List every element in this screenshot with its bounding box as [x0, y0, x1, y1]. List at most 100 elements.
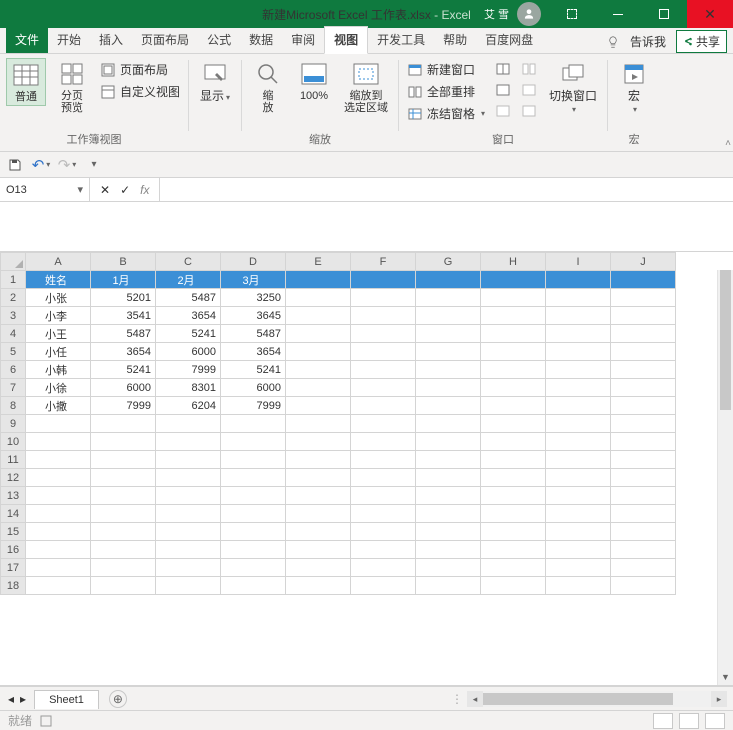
- cell[interactable]: [481, 307, 546, 325]
- pagebreak-view-button[interactable]: 分页 预览: [52, 58, 92, 116]
- cell[interactable]: [156, 487, 221, 505]
- cell[interactable]: [26, 523, 91, 541]
- cell[interactable]: [546, 361, 611, 379]
- scroll-right-arrow[interactable]: ▸: [711, 691, 727, 707]
- cell[interactable]: [221, 523, 286, 541]
- cell[interactable]: [156, 577, 221, 595]
- row-header[interactable]: 12: [1, 469, 26, 487]
- tab-insert[interactable]: 插入: [90, 27, 132, 53]
- macro-rec-icon[interactable]: [40, 715, 52, 727]
- cell[interactable]: [221, 577, 286, 595]
- split-button[interactable]: [493, 60, 513, 78]
- cell[interactable]: 5487: [156, 289, 221, 307]
- cell[interactable]: 5487: [221, 325, 286, 343]
- row-header[interactable]: 13: [1, 487, 26, 505]
- cell[interactable]: [611, 433, 676, 451]
- cell[interactable]: [611, 559, 676, 577]
- new-window-button[interactable]: 新建窗口: [405, 60, 487, 79]
- column-header[interactable]: F: [351, 253, 416, 271]
- cell[interactable]: [416, 361, 481, 379]
- cell[interactable]: [286, 361, 351, 379]
- cell[interactable]: 小王: [26, 325, 91, 343]
- tab-help[interactable]: 帮助: [434, 27, 476, 53]
- cell[interactable]: [481, 541, 546, 559]
- scroll-thumb[interactable]: [720, 270, 731, 410]
- cell[interactable]: 5241: [91, 361, 156, 379]
- cell[interactable]: [221, 415, 286, 433]
- qat-customize[interactable]: ▾: [84, 156, 102, 174]
- cell[interactable]: [611, 271, 676, 289]
- tab-formulas[interactable]: 公式: [198, 27, 240, 53]
- cell[interactable]: [156, 451, 221, 469]
- cell[interactable]: 6000: [221, 379, 286, 397]
- cell[interactable]: [481, 559, 546, 577]
- fx-icon[interactable]: fx: [140, 183, 149, 197]
- tab-view[interactable]: 视图: [324, 26, 368, 54]
- column-header[interactable]: J: [611, 253, 676, 271]
- cell[interactable]: [611, 469, 676, 487]
- cell[interactable]: [416, 433, 481, 451]
- cell[interactable]: [351, 505, 416, 523]
- cell[interactable]: [351, 433, 416, 451]
- cell[interactable]: [416, 451, 481, 469]
- cell[interactable]: [481, 469, 546, 487]
- cell[interactable]: 3654: [91, 343, 156, 361]
- cell[interactable]: [481, 415, 546, 433]
- column-header[interactable]: E: [286, 253, 351, 271]
- column-header[interactable]: H: [481, 253, 546, 271]
- cell[interactable]: [416, 271, 481, 289]
- row-header[interactable]: 14: [1, 505, 26, 523]
- cell[interactable]: [546, 541, 611, 559]
- row-header[interactable]: 16: [1, 541, 26, 559]
- cell[interactable]: [91, 433, 156, 451]
- cell[interactable]: 小韩: [26, 361, 91, 379]
- cell[interactable]: [26, 541, 91, 559]
- cell[interactable]: [286, 325, 351, 343]
- cell[interactable]: [286, 433, 351, 451]
- cell[interactable]: [416, 307, 481, 325]
- tab-home[interactable]: 开始: [48, 27, 90, 53]
- cell[interactable]: [91, 505, 156, 523]
- cell[interactable]: [91, 541, 156, 559]
- column-header[interactable]: B: [91, 253, 156, 271]
- cell[interactable]: 小撒: [26, 397, 91, 415]
- cell[interactable]: [416, 469, 481, 487]
- custom-view-button[interactable]: 自定义视图: [98, 82, 182, 101]
- cell[interactable]: [351, 379, 416, 397]
- cell[interactable]: [546, 451, 611, 469]
- cell[interactable]: 3月: [221, 271, 286, 289]
- sheet-tab[interactable]: Sheet1: [34, 690, 99, 709]
- zoom-100-button[interactable]: 100%: [294, 58, 334, 104]
- row-header[interactable]: 5: [1, 343, 26, 361]
- undo-button[interactable]: ↶▾: [32, 156, 50, 174]
- cell[interactable]: [611, 289, 676, 307]
- cell[interactable]: [351, 451, 416, 469]
- cell[interactable]: [286, 397, 351, 415]
- normal-view-icon[interactable]: [653, 713, 673, 729]
- save-button[interactable]: [6, 156, 24, 174]
- cell[interactable]: [416, 487, 481, 505]
- cell[interactable]: [416, 559, 481, 577]
- cell[interactable]: [351, 325, 416, 343]
- cell[interactable]: 小徐: [26, 379, 91, 397]
- cell[interactable]: [416, 379, 481, 397]
- cell[interactable]: [286, 451, 351, 469]
- cell[interactable]: [611, 343, 676, 361]
- cell[interactable]: [546, 415, 611, 433]
- cell[interactable]: [416, 577, 481, 595]
- show-button[interactable]: 显示▾: [195, 58, 235, 106]
- cell[interactable]: [286, 541, 351, 559]
- cell[interactable]: [611, 361, 676, 379]
- row-header[interactable]: 4: [1, 325, 26, 343]
- cell[interactable]: [351, 271, 416, 289]
- cell[interactable]: 小任: [26, 343, 91, 361]
- row-header[interactable]: 6: [1, 361, 26, 379]
- cell[interactable]: [611, 451, 676, 469]
- cell[interactable]: 小张: [26, 289, 91, 307]
- switch-window-button[interactable]: 切换窗口▾: [545, 58, 601, 118]
- cell[interactable]: [221, 451, 286, 469]
- cancel-icon[interactable]: ✕: [100, 183, 110, 197]
- cell[interactable]: [611, 397, 676, 415]
- maximize-button[interactable]: [641, 0, 687, 28]
- cell[interactable]: [611, 577, 676, 595]
